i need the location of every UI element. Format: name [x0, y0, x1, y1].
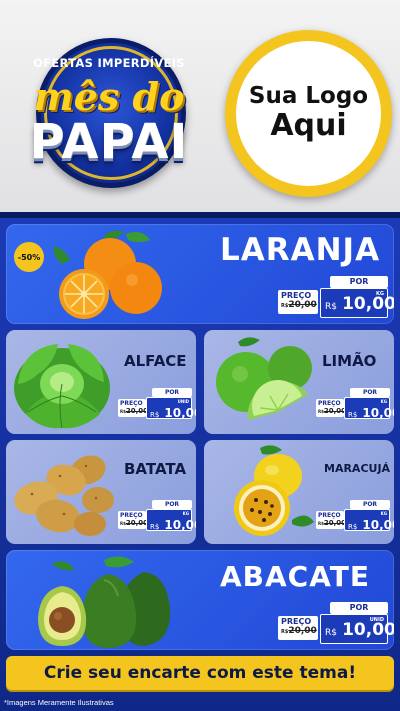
orange-icon: [53, 230, 162, 319]
unit-label: UNID: [177, 399, 189, 404]
por-label: POR: [152, 500, 192, 509]
currency: R$: [150, 411, 160, 419]
preco-label: PREÇO: [120, 400, 143, 407]
mes-do-papai-badge: OFERTAS IMPERDÍVEIS mês do PAPAI: [14, 30, 204, 202]
potato-icon: [14, 455, 114, 536]
product-card-limao[interactable]: LIMÃO POR PREÇO R$20,00 R$ 10,00 KG: [204, 330, 394, 434]
old-price: 20,00: [323, 519, 347, 527]
old-price: 20,00: [125, 407, 149, 415]
footnote: *Imagens Meramente Ilustrativas: [4, 698, 114, 707]
new-price: 10,00: [164, 518, 196, 532]
cta-banner[interactable]: Crie seu encarte com este tema!: [6, 656, 394, 690]
unit-label: KG: [380, 399, 387, 404]
preco-label: PREÇO: [120, 512, 143, 519]
product-name: ABACATE: [220, 560, 370, 593]
por-label: POR: [350, 388, 390, 397]
avocado-icon: [38, 556, 171, 648]
product-name: ALFACE: [124, 352, 187, 370]
product-card-laranja[interactable]: -50% LARANJA POR PREÇO R$20,00 R$ 10,00 …: [6, 224, 394, 324]
discount-badge: -50%: [14, 242, 44, 272]
new-price: 10,00: [342, 620, 394, 640]
badge-main-text: PAPAI: [29, 114, 189, 170]
price-tag: POR PREÇO R$20,00 R$ 10,00 UNID: [278, 602, 394, 646]
product-card-maracuja[interactable]: MARACUJÁ POR PREÇO R$20,00 R$ 10,00 KG: [204, 440, 394, 544]
old-price-box: PREÇO R$20,00: [118, 511, 149, 529]
lime-icon: [216, 337, 312, 420]
logo-line-1: Sua Logo: [248, 83, 369, 110]
new-price: 10,00: [342, 294, 394, 314]
header: OFERTAS IMPERDÍVEIS mês do PAPAI Sua Log…: [0, 0, 400, 212]
currency: R$: [150, 523, 160, 531]
currency: R$: [325, 628, 337, 638]
por-label: POR: [330, 602, 388, 614]
unit-label: UNID: [369, 617, 384, 623]
logo-line-2: Aqui: [270, 108, 347, 144]
lettuce-icon: [14, 344, 110, 429]
product-name: MARACUJÁ: [324, 462, 391, 475]
cta-banner-text: Crie seu encarte com este tema!: [43, 663, 357, 683]
currency: R$: [348, 411, 358, 419]
new-price-box: R$ 10,00 UNID: [320, 614, 394, 644]
product-card-alface[interactable]: ALFACE POR PREÇO R$20,00 R$ 10,00 UNID: [6, 330, 196, 434]
old-price-box: PREÇO R$20,00: [316, 511, 347, 529]
new-price: 10,00: [362, 406, 394, 420]
price-tag: POR PREÇO R$20,00 R$ 10,00 KG: [278, 276, 394, 320]
por-label: POR: [350, 500, 390, 509]
por-label: POR: [152, 388, 192, 397]
old-price: 20,00: [323, 407, 347, 415]
price-tag: POR PREÇO R$20,00 R$ 10,00 KG: [316, 500, 394, 534]
preco-label: PREÇO: [318, 512, 341, 519]
preco-label: PREÇO: [281, 617, 312, 626]
price-tag: POR PREÇO R$20,00 R$ 10,00 KG: [118, 500, 196, 534]
por-label: POR: [330, 276, 388, 288]
new-price-box: R$ 10,00 KG: [344, 397, 394, 420]
price-tag: POR PREÇO R$20,00 R$ 10,00 UNID: [118, 388, 196, 422]
old-price: 20,00: [125, 519, 149, 527]
product-card-batata[interactable]: BATATA POR PREÇO R$20,00 R$ 10,00 KG: [6, 440, 196, 544]
logo-placeholder[interactable]: Sua Logo Aqui: [225, 30, 392, 197]
product-card-abacate[interactable]: ABACATE POR PREÇO R$20,00 R$ 10,00 UNID: [6, 550, 394, 650]
product-name: BATATA: [124, 460, 187, 478]
old-price: 20,00: [288, 626, 317, 636]
new-price-box: R$ 10,00 UNID: [146, 397, 196, 420]
passion-fruit-icon: [234, 445, 314, 536]
preco-label: PREÇO: [281, 291, 312, 300]
price-tag: POR PREÇO R$20,00 R$ 10,00 KG: [316, 388, 394, 422]
product-name: LIMÃO: [322, 352, 377, 370]
product-name: LARANJA: [220, 232, 381, 268]
new-price: 10,00: [362, 518, 394, 532]
new-price: 10,00: [164, 406, 196, 420]
old-price-box: PREÇO R$20,00: [278, 616, 318, 640]
new-price-box: R$ 10,00 KG: [344, 509, 394, 532]
old-price-box: PREÇO R$20,00: [278, 290, 318, 314]
new-price-box: R$ 10,00 KG: [146, 509, 196, 532]
old-price: 20,00: [288, 300, 317, 310]
badge-top-text: OFERTAS IMPERDÍVEIS: [33, 56, 185, 70]
currency: R$: [325, 302, 337, 312]
currency: R$: [348, 523, 358, 531]
old-price-box: PREÇO R$20,00: [118, 399, 149, 417]
preco-label: PREÇO: [318, 400, 341, 407]
new-price-box: R$ 10,00 KG: [320, 288, 394, 318]
unit-label: KG: [182, 511, 189, 516]
unit-label: KG: [376, 291, 384, 297]
unit-label: KG: [380, 511, 387, 516]
old-price-box: PREÇO R$20,00: [316, 399, 347, 417]
badge-script-text: mês do: [33, 74, 185, 119]
